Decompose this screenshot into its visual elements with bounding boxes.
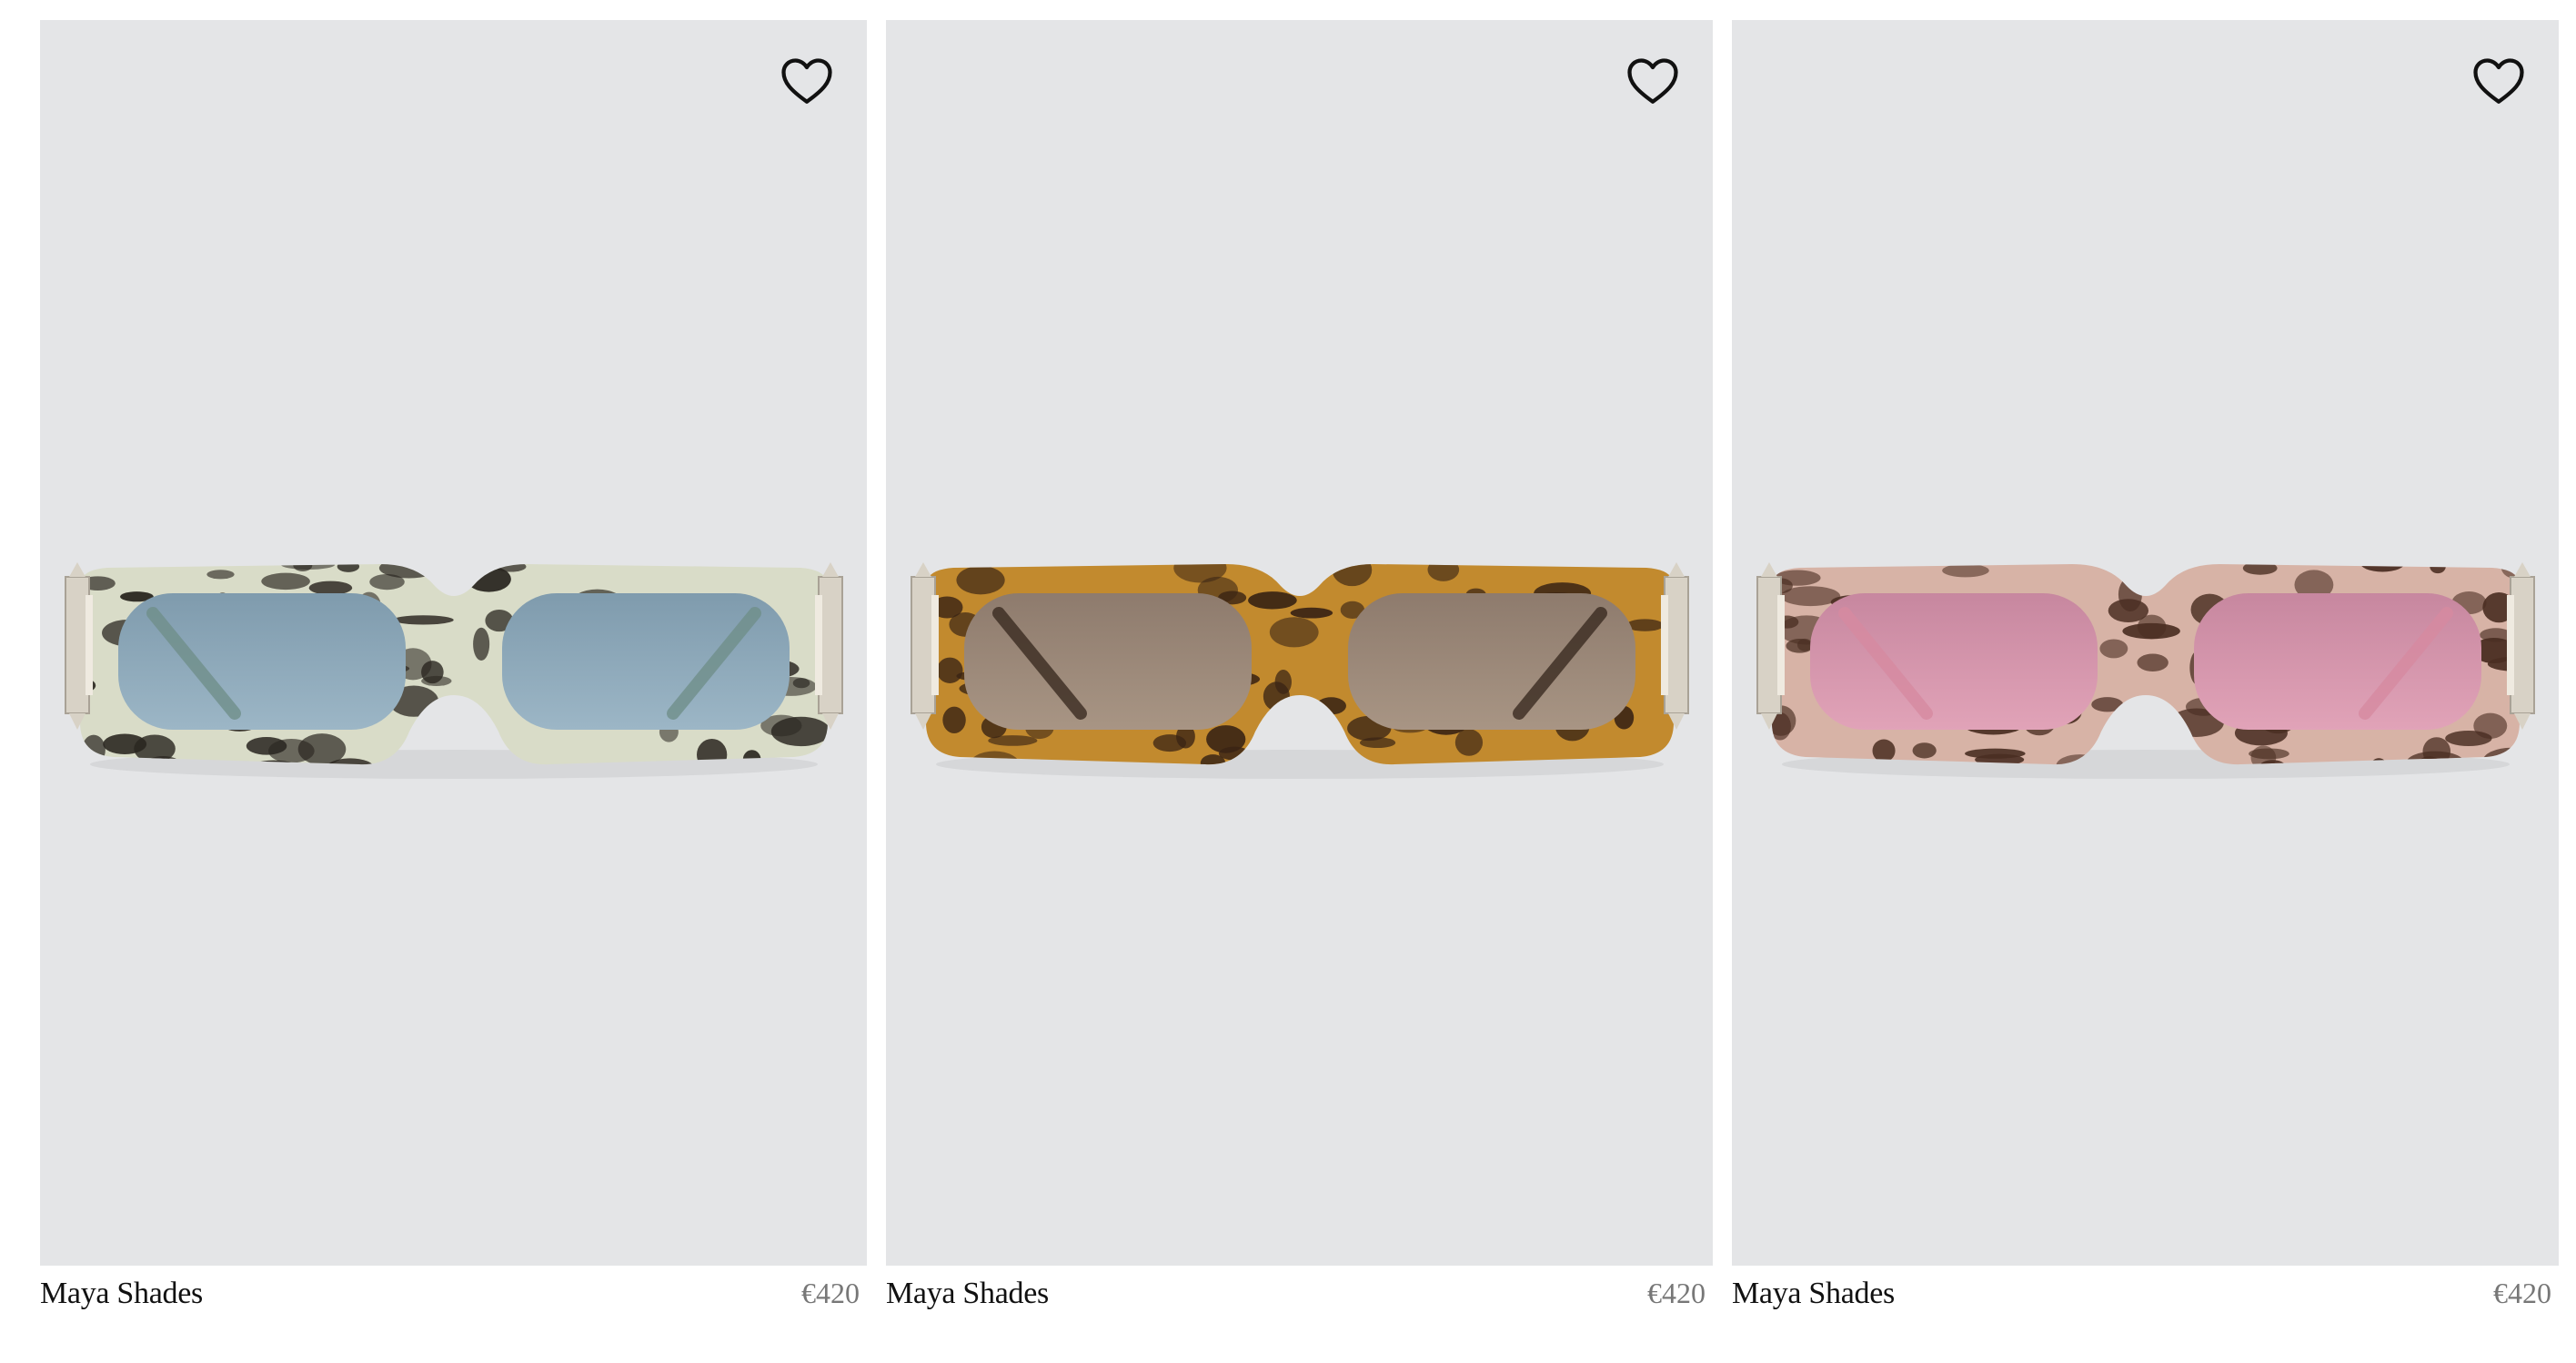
product-grid: Maya Shades €420 Maya Shades €420 Maya S…	[40, 20, 2559, 1330]
sunglasses-photo	[53, 550, 855, 786]
sunglasses-drawing	[65, 562, 843, 779]
product-card[interactable]: Maya Shades €420	[1732, 20, 2559, 1330]
sunglasses-photo	[1745, 550, 2547, 786]
metal-hinge	[65, 562, 93, 730]
product-meta: Maya Shades €420	[40, 1277, 867, 1311]
product-card[interactable]: Maya Shades €420	[40, 20, 867, 1330]
product-card[interactable]: Maya Shades €420	[886, 20, 1713, 1330]
favorite-heart-icon[interactable]	[780, 55, 834, 106]
product-name[interactable]: Maya Shades	[40, 1277, 203, 1311]
product-price: €420	[2493, 1277, 2551, 1309]
product-price: €420	[801, 1277, 860, 1309]
favorite-heart-icon[interactable]	[2471, 55, 2526, 106]
product-name[interactable]: Maya Shades	[886, 1277, 1049, 1311]
sunglasses-drawing	[1756, 562, 2535, 779]
sunglasses-photo	[899, 550, 1701, 786]
metal-hinge	[2507, 562, 2535, 730]
metal-hinge	[1756, 562, 1785, 730]
product-price: €420	[1647, 1277, 1706, 1309]
product-meta: Maya Shades €420	[886, 1277, 1713, 1311]
metal-hinge	[815, 562, 843, 730]
product-image[interactable]	[1732, 20, 2559, 1266]
metal-hinge	[911, 562, 939, 730]
favorite-heart-icon[interactable]	[1625, 55, 1680, 106]
product-image[interactable]	[886, 20, 1713, 1266]
sunglasses-drawing	[911, 562, 1689, 779]
metal-hinge	[1661, 562, 1689, 730]
product-image[interactable]	[40, 20, 867, 1266]
product-meta: Maya Shades €420	[1732, 1277, 2559, 1311]
product-name[interactable]: Maya Shades	[1732, 1277, 1895, 1311]
